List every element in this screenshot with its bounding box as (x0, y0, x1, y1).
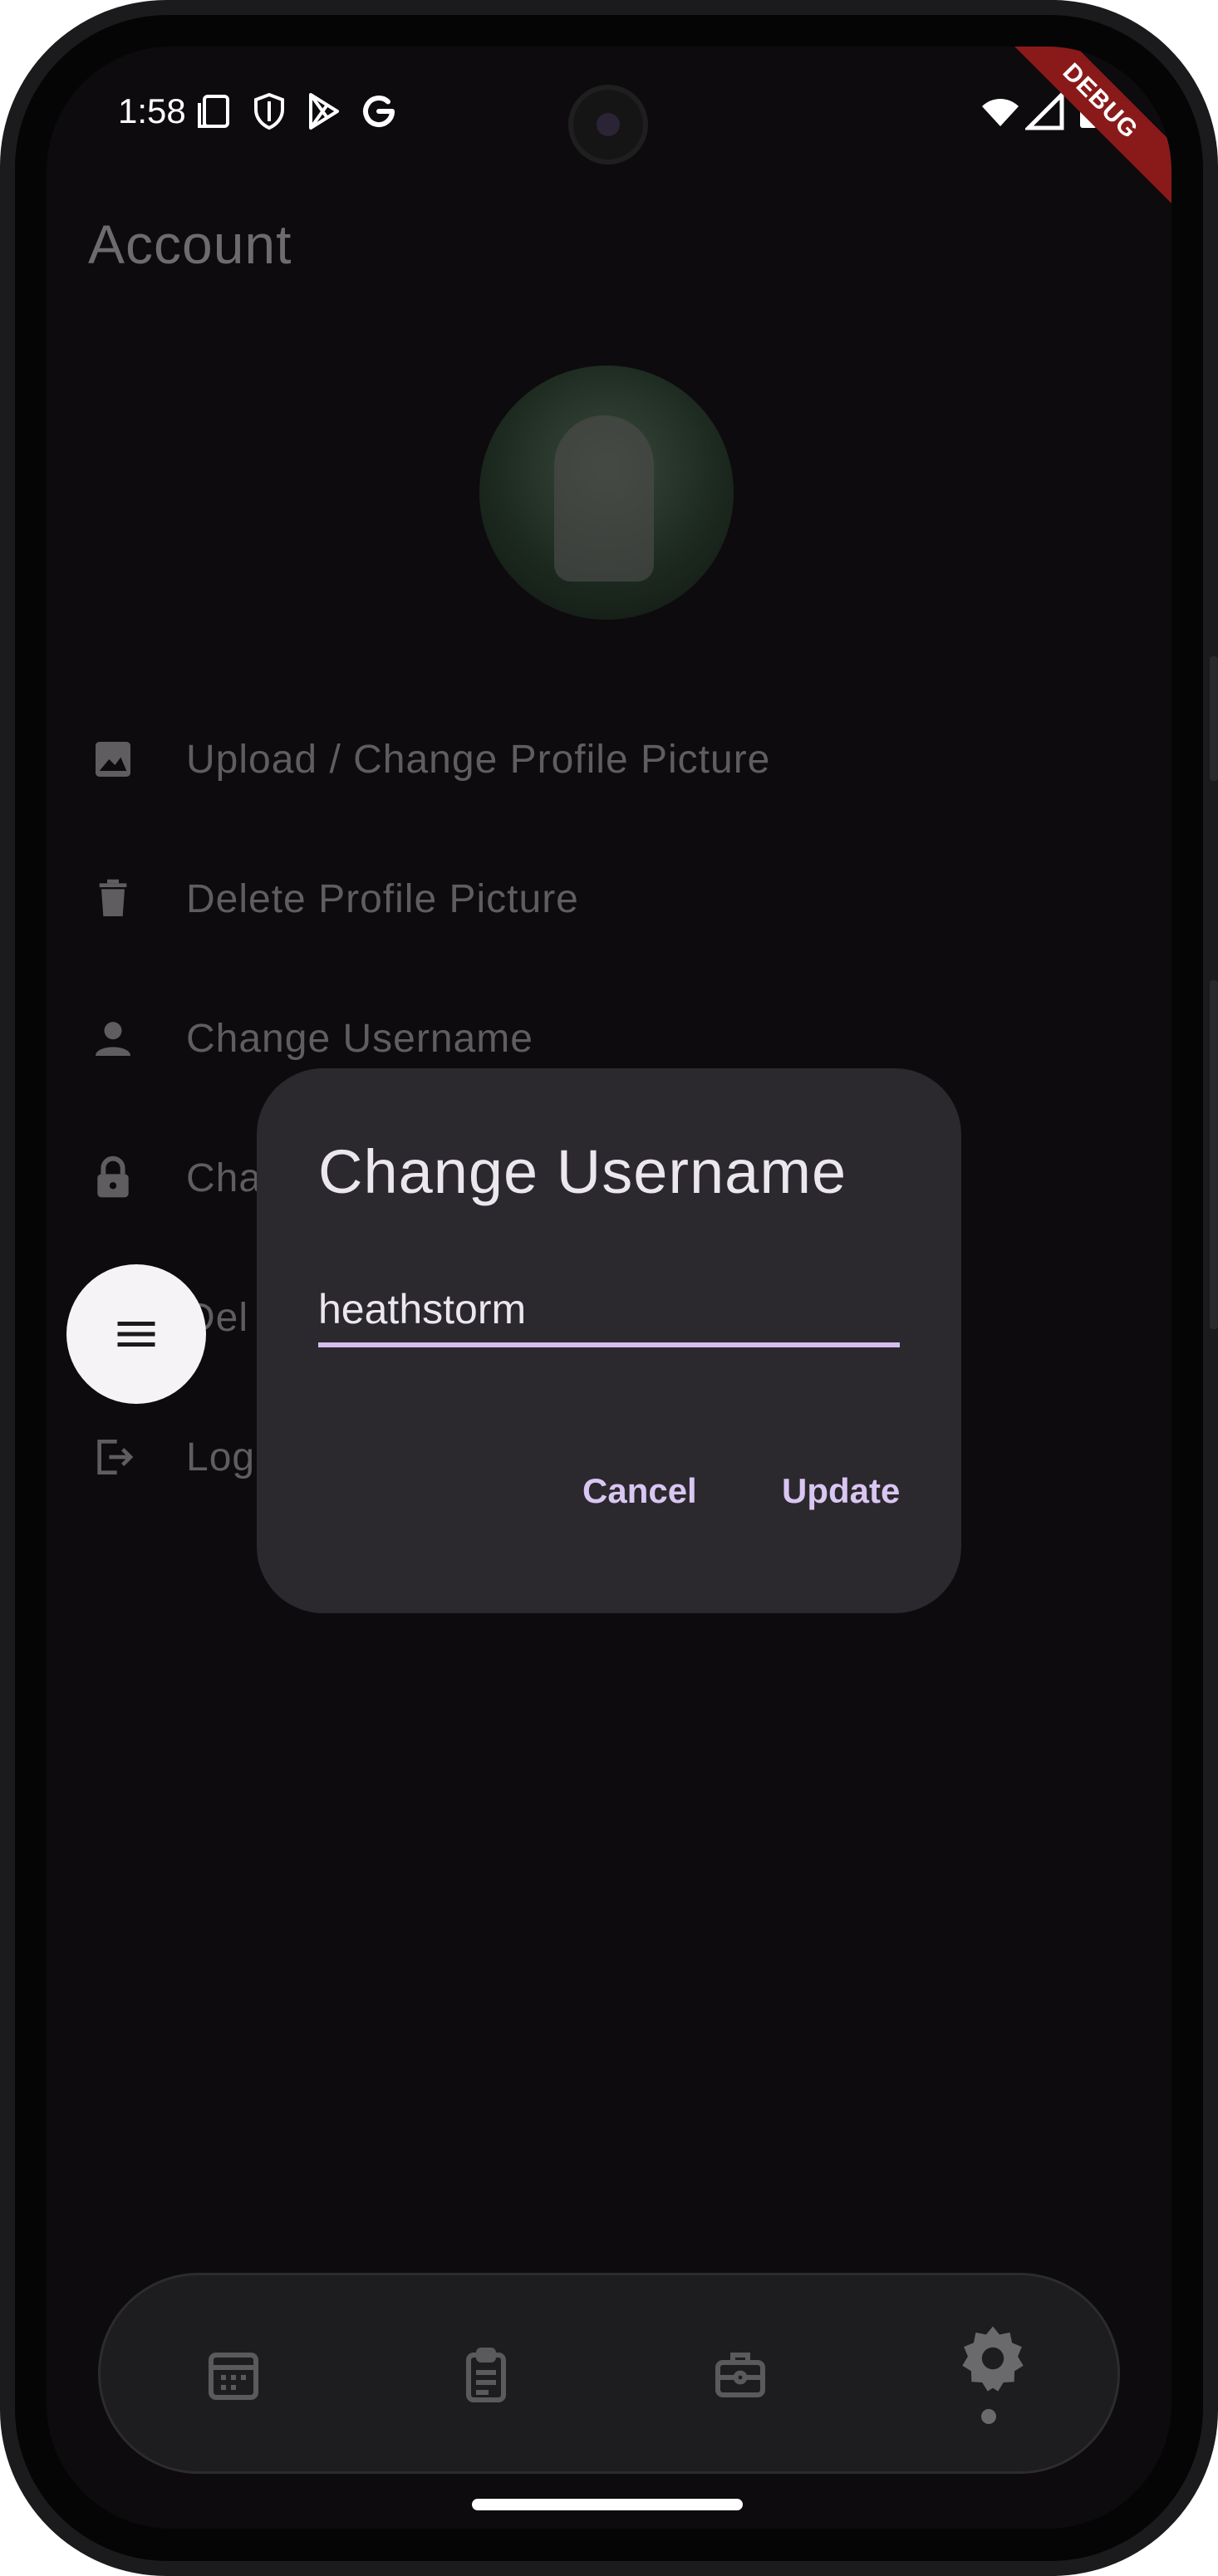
status-bar: 1:58 DEBUG (47, 47, 1171, 205)
home-indicator[interactable] (472, 2499, 743, 2510)
person-icon (88, 1013, 138, 1063)
copy-icon (198, 95, 229, 128)
signal-icon (1025, 91, 1064, 130)
lock-icon (88, 1153, 138, 1203)
power-button (1210, 980, 1218, 1329)
screen: 1:58 DEBUG Account Upload / Change Profi… (47, 47, 1171, 2529)
shield-icon (254, 92, 284, 130)
front-camera (573, 90, 643, 159)
nav-item-work[interactable] (699, 2333, 782, 2417)
page-title: Account (88, 213, 292, 275)
briefcase-icon (715, 2353, 765, 2397)
nav-item-tasks[interactable] (444, 2333, 528, 2417)
menu-item-label: Delete Profile Picture (186, 876, 579, 921)
menu-item-label: Change Username (186, 1016, 533, 1061)
nav-item-settings[interactable] (951, 2317, 1034, 2400)
logout-icon (88, 1432, 138, 1482)
google-icon (363, 96, 395, 127)
calendar-icon (209, 2353, 258, 2400)
clipboard-icon (466, 2348, 506, 2402)
menu-item-upload-picture[interactable]: Upload / Change Profile Picture (88, 718, 1085, 801)
trash-icon (88, 874, 138, 924)
menu-item-delete-picture[interactable]: Delete Profile Picture (88, 857, 1085, 940)
volume-button (1210, 656, 1218, 781)
image-icon (88, 734, 138, 784)
menu-item-label: Upload / Change Profile Picture (186, 737, 771, 782)
username-input[interactable] (318, 1276, 900, 1347)
menu-item-change-username[interactable]: Change Username (88, 997, 1085, 1080)
avatar-figure (554, 415, 654, 581)
nav-selected-indicator (981, 2409, 996, 2424)
play-store-icon (309, 93, 339, 130)
menu-item-label: Cha (186, 1156, 263, 1200)
menu-item-label: Log (186, 1435, 256, 1479)
wifi-icon (982, 99, 1019, 126)
nav-item-calendar[interactable] (192, 2333, 275, 2417)
status-time: 1:58 (118, 91, 186, 130)
settings-icon (962, 2326, 1024, 2392)
hamburger-icon (117, 1322, 155, 1347)
cancel-button[interactable]: Cancel (577, 1470, 702, 1512)
dialog-title: Change Username (318, 1137, 847, 1206)
bottom-nav-bar (98, 2273, 1120, 2474)
update-button[interactable]: Update (777, 1470, 905, 1512)
change-username-dialog: Change Username Cancel Update (257, 1068, 961, 1613)
menu-fab-button[interactable] (66, 1264, 206, 1404)
avatar[interactable] (479, 366, 734, 620)
